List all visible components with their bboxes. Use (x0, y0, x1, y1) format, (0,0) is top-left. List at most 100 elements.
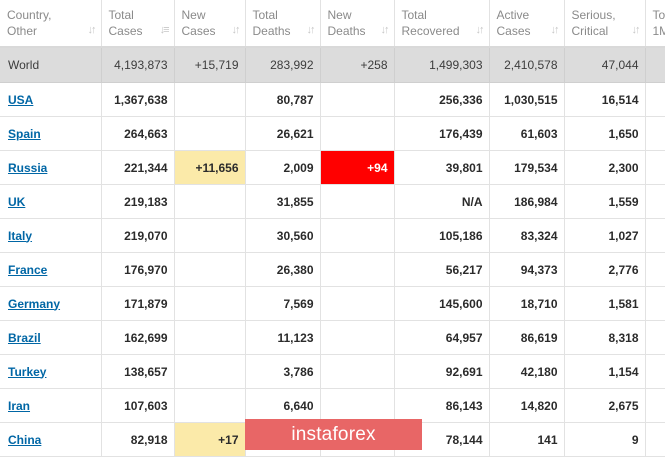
total-deaths-cell: 283,992 (245, 47, 321, 83)
new-deaths-cell: +94 (320, 150, 395, 185)
column-header-total-deaths[interactable]: Total Deaths ↓↑ (245, 0, 321, 48)
new-deaths-cell (320, 320, 395, 355)
total-cases-cell: 219,070 (101, 218, 175, 253)
per-million-cell (645, 116, 665, 151)
total-recovered-cell: 256,336 (394, 82, 490, 117)
total-recovered-cell: 105,186 (394, 218, 490, 253)
total-deaths-cell: 2,009 (245, 150, 321, 185)
total-recovered-cell: 145,600 (394, 286, 490, 321)
country-name: World (0, 47, 102, 83)
total-cases-cell: 176,970 (101, 252, 175, 287)
instaforex-watermark: instaforex (245, 419, 422, 450)
country-link[interactable]: France (8, 263, 47, 277)
column-header-country[interactable]: Country, Other ↓↑ (0, 0, 102, 48)
sort-arrows-icon[interactable]: ↓↑ (632, 22, 641, 38)
country-link[interactable]: Italy (8, 229, 32, 243)
active-cases-cell: 2,410,578 (489, 47, 565, 83)
column-header-serious-critical[interactable]: Serious, Critical ↓↑ (564, 0, 646, 48)
active-cases-cell: 141 (489, 422, 565, 457)
column-header-new-deaths[interactable]: New Deaths ↓↑ (320, 0, 395, 48)
total-recovered-cell: 64,957 (394, 320, 490, 355)
country-cell: Italy (0, 218, 102, 253)
column-header-total-cases[interactable]: Total Cases ↓≡ (101, 0, 175, 48)
serious-critical-cell: 47,044 (564, 47, 646, 83)
active-cases-cell: 14,820 (489, 388, 565, 423)
sort-arrows-icon[interactable]: ↓↑ (307, 22, 316, 38)
serious-critical-cell: 1,650 (564, 116, 646, 151)
country-cell: Russia (0, 150, 102, 185)
table-row: Germany 171,879 7,569 145,600 18,710 1,581 (0, 286, 665, 321)
new-deaths-cell (320, 218, 395, 253)
country-link[interactable]: Iran (8, 399, 30, 413)
sort-arrows-icon[interactable]: ↓↑ (551, 22, 560, 38)
sort-arrows-icon[interactable]: ↓↑ (381, 22, 390, 38)
active-cases-cell: 94,373 (489, 252, 565, 287)
per-million-cell (645, 320, 665, 355)
serious-critical-cell: 1,154 (564, 354, 646, 389)
new-cases-cell (174, 286, 246, 321)
serious-critical-cell: 8,318 (564, 320, 646, 355)
total-deaths-cell: 6,640 (245, 388, 321, 423)
table-row: Russia 221,344 +11,656 2,009 +94 39,801 179,53… (0, 150, 665, 185)
country-link[interactable]: UK (8, 195, 25, 209)
total-recovered-cell: 39,801 (394, 150, 490, 185)
new-deaths-cell: +258 (320, 47, 395, 83)
total-deaths-cell: 7,569 (245, 286, 321, 321)
new-cases-cell (174, 320, 246, 355)
total-cases-cell: 4,193,873 (101, 47, 175, 83)
new-cases-cell: +17 (174, 422, 246, 457)
total-cases-cell: 171,879 (101, 286, 175, 321)
new-deaths-cell (320, 252, 395, 287)
country-cell: Germany (0, 286, 102, 321)
sort-arrows-icon[interactable]: ↓↑ (476, 22, 485, 38)
new-cases-cell (174, 184, 246, 219)
country-link[interactable]: Brazil (8, 331, 41, 345)
total-recovered-cell: 176,439 (394, 116, 490, 151)
column-header-total-recovered[interactable]: Total Recovered ↓↑ (394, 0, 490, 48)
per-million-cell (645, 286, 665, 321)
serious-critical-cell: 1,581 (564, 286, 646, 321)
sort-desc-icon[interactable]: ↓≡ (160, 22, 170, 38)
country-link[interactable]: Turkey (8, 365, 46, 379)
new-cases-cell (174, 388, 246, 423)
sort-arrows-icon[interactable]: ↓↑ (232, 22, 241, 38)
total-recovered-cell: 56,217 (394, 252, 490, 287)
total-cases-cell: 138,657 (101, 354, 175, 389)
country-link[interactable]: China (8, 433, 41, 447)
active-cases-cell: 42,180 (489, 354, 565, 389)
table-row: Iran 107,603 6,640 86,143 14,820 2,675 (0, 388, 665, 423)
new-deaths-cell (320, 388, 395, 423)
total-deaths-cell: 26,621 (245, 116, 321, 151)
per-million-cell (645, 184, 665, 219)
serious-critical-cell: 9 (564, 422, 646, 457)
per-million-cell (645, 150, 665, 185)
column-header-active-cases[interactable]: Active Cases ↓↑ (489, 0, 565, 48)
country-cell: UK (0, 184, 102, 219)
new-deaths-cell (320, 354, 395, 389)
serious-critical-cell: 2,776 (564, 252, 646, 287)
table-row-world: World 4,193,873 +15,719 283,992 +258 1,4… (0, 47, 665, 83)
country-link[interactable]: USA (8, 93, 33, 107)
total-cases-cell: 162,699 (101, 320, 175, 355)
country-cell: Spain (0, 116, 102, 151)
sort-arrows-icon[interactable]: ↓↑ (88, 22, 97, 38)
country-link[interactable]: Germany (8, 297, 60, 311)
new-cases-cell: +15,719 (174, 47, 246, 83)
country-cell: Turkey (0, 354, 102, 389)
column-header-new-cases[interactable]: New Cases ↓↑ (174, 0, 246, 48)
total-cases-cell: 221,344 (101, 150, 175, 185)
total-cases-cell: 107,603 (101, 388, 175, 423)
per-million-cell (645, 218, 665, 253)
table-row: France 176,970 26,380 56,217 94,373 2,776 (0, 252, 665, 287)
table-row: Turkey 138,657 3,786 92,691 42,180 1,154 (0, 354, 665, 389)
table-row: Spain 264,663 26,621 176,439 61,603 1,650 (0, 116, 665, 151)
new-cases-cell (174, 218, 246, 253)
country-link[interactable]: Russia (8, 161, 47, 175)
column-header-per-million[interactable]: To 1M (645, 0, 665, 48)
country-cell: China (0, 422, 102, 457)
total-cases-cell: 219,183 (101, 184, 175, 219)
active-cases-cell: 83,324 (489, 218, 565, 253)
country-link[interactable]: Spain (8, 127, 41, 141)
active-cases-cell: 1,030,515 (489, 82, 565, 117)
total-recovered-cell: N/A (394, 184, 490, 219)
